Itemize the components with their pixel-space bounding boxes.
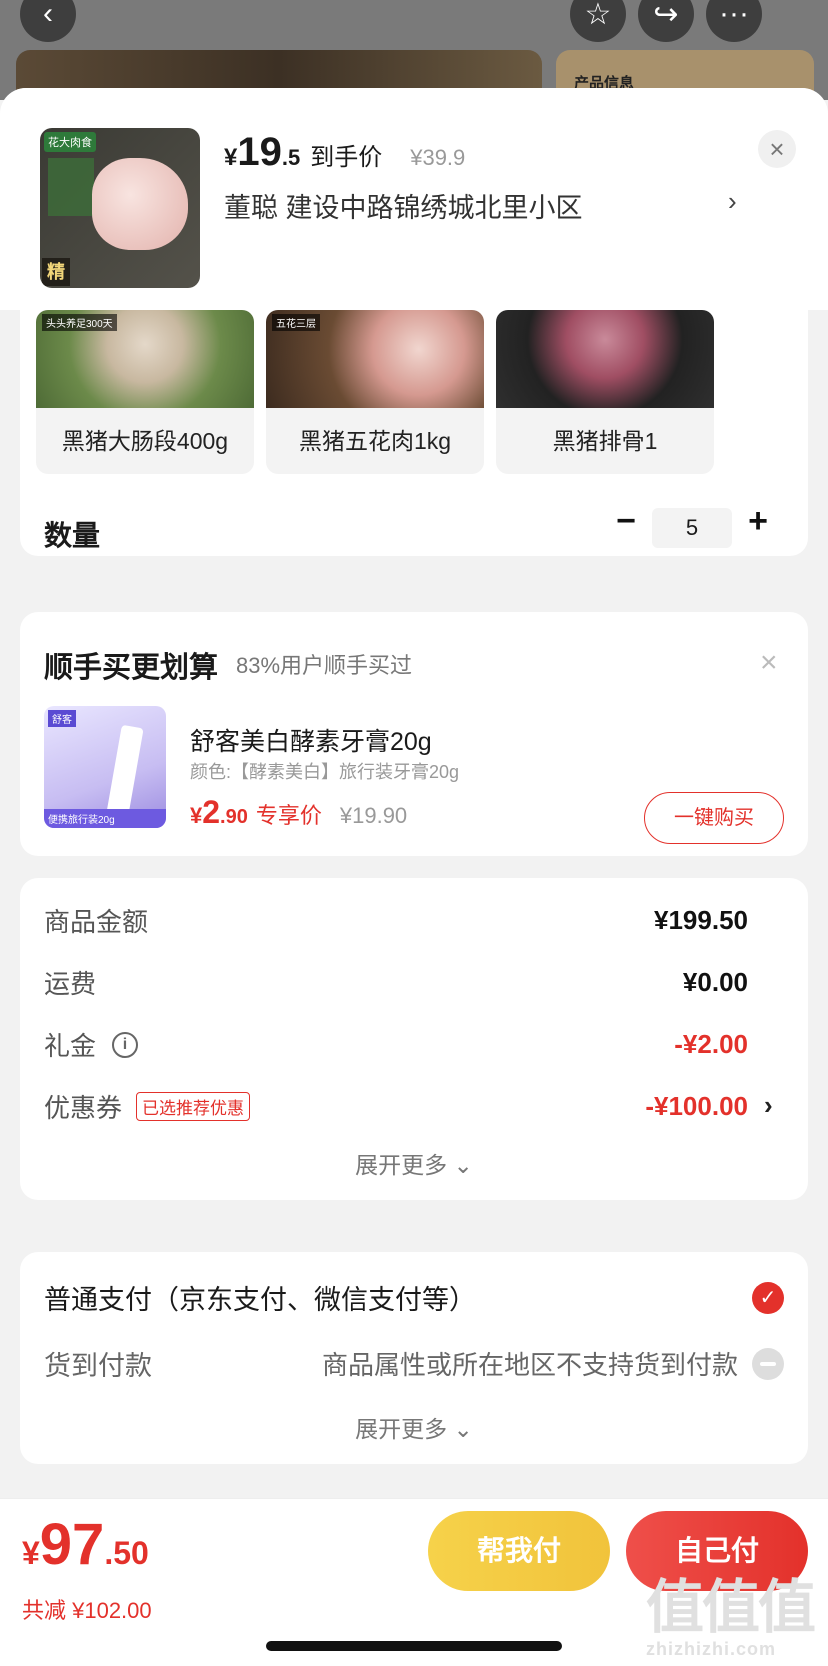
coupon-tag: 已选推荐优惠 bbox=[136, 1092, 251, 1121]
upsell-price-decimal: .90 bbox=[220, 806, 248, 828]
summary-value: ¥0.00 bbox=[682, 967, 748, 997]
variant-option[interactable]: 五花三层 黑猪五花肉1kg bbox=[266, 310, 484, 474]
toothpaste-caption: 便携旅行装20g bbox=[44, 809, 166, 828]
delivery-address[interactable]: 董聪 建设中路锦绣城北里小区 bbox=[224, 186, 583, 225]
quantity-plus-button[interactable]: + bbox=[738, 502, 778, 542]
product-header: 花大肉食 精 ¥ 19 .5 到手价 ¥39.9 董聪 建设中路锦绣城北里小区 … bbox=[0, 88, 828, 310]
summary-value: ¥199.50 bbox=[654, 905, 748, 935]
summary-label: 礼金 bbox=[44, 1031, 97, 1061]
price-label: 到手价 bbox=[310, 144, 383, 171]
variant-image bbox=[496, 310, 714, 408]
summary-expand-more[interactable]: 展开更多 ⌄ bbox=[20, 1146, 808, 1180]
variant-option[interactable]: 黑猪排骨1 bbox=[496, 310, 714, 474]
toothpaste-tube bbox=[106, 724, 144, 818]
payment-option-cod: 货到付款 商品属性或所在地区不支持货到付款 bbox=[44, 1344, 784, 1383]
quantity-input[interactable]: 5 bbox=[652, 508, 732, 548]
toothpaste-brand: 舒客 bbox=[48, 710, 76, 727]
close-icon[interactable]: × bbox=[758, 130, 796, 168]
coupon-chevron-icon[interactable]: › bbox=[764, 1090, 773, 1121]
thumb-label-panel bbox=[48, 158, 94, 216]
total-price: ¥ 97 .50 bbox=[22, 1511, 149, 1578]
variant-name: 黑猪五花肉1kg bbox=[298, 428, 452, 454]
upsell-price-label: 专享价 bbox=[255, 803, 322, 828]
order-sheet: 花大肉食 精 ¥ 19 .5 到手价 ¥39.9 董聪 建设中路锦绣城北里小区 … bbox=[0, 88, 828, 1666]
quantity-minus-button[interactable]: − bbox=[606, 502, 646, 542]
variant-option[interactable]: 头头养足300天 黑猪大肠段400g bbox=[36, 310, 254, 474]
summary-label: 运费 bbox=[44, 969, 97, 999]
total-saved: 共减 ¥102.00 bbox=[22, 1598, 152, 1623]
thumb-brand: 花大肉食 bbox=[44, 132, 96, 152]
payment-label: 普通支付（京东支付、微信支付等） bbox=[44, 1285, 476, 1315]
summary-value: -¥2.00 bbox=[674, 1029, 748, 1059]
upsell-product-name[interactable]: 舒客美白酵素牙膏20g bbox=[190, 722, 432, 758]
check-icon[interactable]: ✓ bbox=[752, 1281, 784, 1314]
cod-note: 商品属性或所在地区不支持货到付款 bbox=[321, 1350, 738, 1380]
summary-label: 优惠券 bbox=[44, 1093, 123, 1123]
summary-row-goods: 商品金额 ¥199.50 bbox=[44, 902, 748, 939]
pork-trotter-image bbox=[92, 158, 188, 250]
upsell-title: 顺手买更划算 bbox=[44, 652, 219, 684]
upsell-close-icon[interactable]: × bbox=[760, 646, 778, 680]
summary-row-coupon[interactable]: 优惠券 已选推荐优惠 -¥100.00 bbox=[44, 1088, 748, 1125]
payment-expand-more[interactable]: 展开更多 ⌄ bbox=[20, 1410, 808, 1444]
checkout-bar: ¥ 97 .50 共减 ¥102.00 帮我付 自己付 值值值 zhizhizh… bbox=[0, 1498, 828, 1666]
payment-option-normal[interactable]: 普通支付（京东支付、微信支付等） ✓ bbox=[44, 1278, 784, 1317]
price-decimal: .5 bbox=[281, 145, 301, 170]
upsell-subtitle: 83%用户顺手买过 bbox=[236, 653, 413, 678]
header-price: ¥ 19 .5 到手价 ¥39.9 bbox=[224, 130, 465, 175]
quantity-label: 数量 bbox=[44, 520, 101, 551]
toothpaste-image[interactable]: 舒客 便携旅行装20g bbox=[44, 706, 166, 828]
watermark-url: zhizhizhi.com bbox=[646, 1639, 776, 1659]
upsell-product-spec: 颜色:【酵素美白】旅行装牙膏20g bbox=[190, 762, 460, 782]
summary-row-gift: 礼金 i -¥2.00 bbox=[44, 1026, 748, 1063]
payment-label: 货到付款 bbox=[44, 1351, 152, 1381]
upsell-original-price: ¥19.90 bbox=[339, 803, 408, 828]
upsell-price: ¥ 2 .90 专享价 ¥19.90 bbox=[190, 794, 407, 831]
summary-row-shipping: 运费 ¥0.00 bbox=[44, 964, 748, 1001]
price-integer: 19 bbox=[237, 130, 282, 174]
original-price: ¥39.9 bbox=[410, 145, 466, 170]
price-currency: ¥ bbox=[224, 144, 238, 171]
home-indicator bbox=[266, 1641, 562, 1651]
thumb-seal: 精 bbox=[42, 258, 70, 286]
disabled-icon bbox=[752, 1347, 784, 1380]
product-thumbnail: 花大肉食 精 bbox=[40, 128, 200, 288]
variant-list: 头头养足300天 黑猪大肠段400g 五花三层 黑猪五花肉1kg 黑猪排骨1 bbox=[36, 310, 714, 474]
watermark: 值值值 zhizhizhi.com bbox=[646, 1577, 822, 1663]
total-integer: 97 bbox=[39, 1512, 105, 1577]
total-currency: ¥ bbox=[22, 1535, 40, 1571]
summary-value: -¥100.00 bbox=[645, 1091, 748, 1121]
total-decimal: .50 bbox=[104, 1535, 149, 1571]
summary-label: 商品金额 bbox=[44, 907, 149, 937]
price-summary-card: 商品金额 ¥199.50 运费 ¥0.00 礼金 i -¥2.00 优惠券 已选推荐… bbox=[20, 878, 808, 1200]
variant-tag: 五花三层 bbox=[272, 314, 320, 331]
address-chevron-icon[interactable]: › bbox=[728, 186, 737, 217]
upsell-price-currency: ¥ bbox=[190, 803, 203, 828]
one-click-buy-button[interactable]: 一键购买 bbox=[644, 792, 784, 844]
upsell-card: 顺手买更划算 83%用户顺手买过 × 舒客 便携旅行装20g 舒客美白酵素牙膏2… bbox=[20, 612, 808, 856]
payment-card: 普通支付（京东支付、微信支付等） ✓ 货到付款 商品属性或所在地区不支持货到付款… bbox=[20, 1252, 808, 1464]
watermark-logo: 值值值 bbox=[646, 1575, 816, 1640]
help-me-pay-button[interactable]: 帮我付 bbox=[428, 1511, 610, 1591]
summary-label-wrap: 礼金 i bbox=[44, 1026, 139, 1063]
upsell-price-integer: 2 bbox=[202, 794, 221, 830]
variant-name: 黑猪排骨1 bbox=[552, 428, 658, 454]
summary-label-wrap: 优惠券 已选推荐优惠 bbox=[44, 1088, 251, 1125]
variant-name: 黑猪大肠段400g bbox=[61, 428, 229, 454]
variant-tag: 头头养足300天 bbox=[42, 314, 117, 331]
info-icon[interactable]: i bbox=[112, 1031, 139, 1058]
